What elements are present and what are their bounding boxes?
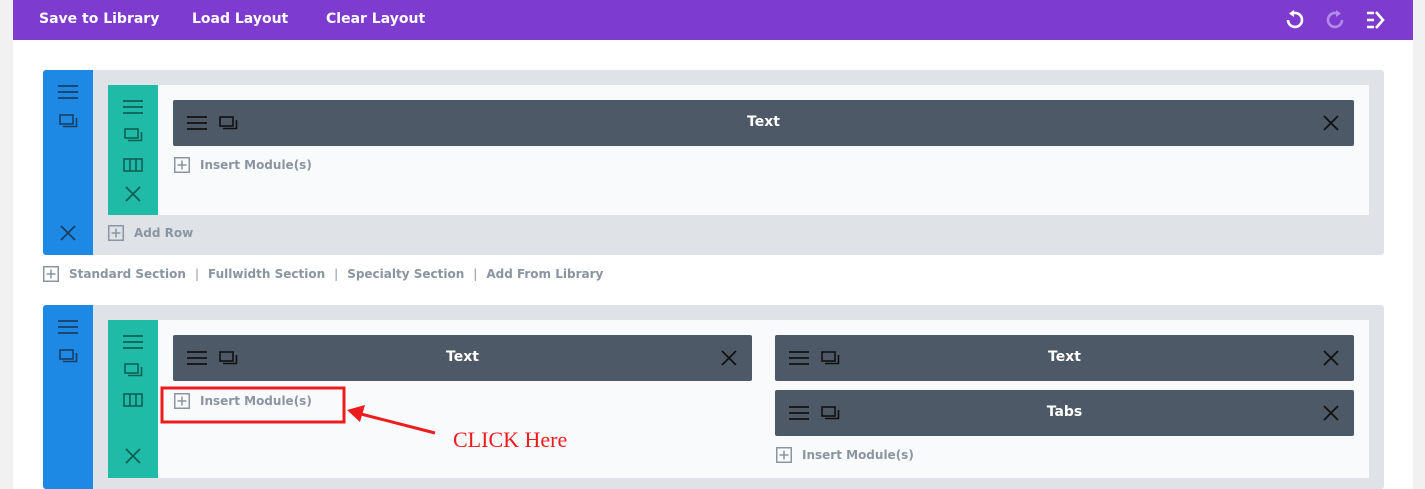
insert-modules-label: Insert Module(s) xyxy=(200,394,312,408)
standard-section-link[interactable]: Standard Section xyxy=(69,267,186,281)
insert-modules-label: Insert Module(s) xyxy=(802,448,914,462)
menu-icon[interactable] xyxy=(789,350,809,366)
module-title: Text xyxy=(1048,349,1081,365)
menu-icon[interactable] xyxy=(187,350,207,366)
duplicate-icon[interactable] xyxy=(821,406,840,420)
duplicate-icon[interactable] xyxy=(59,114,78,128)
module-text[interactable]: Text xyxy=(775,335,1354,381)
close-icon[interactable] xyxy=(1323,350,1339,366)
add-row-label: Add Row xyxy=(134,226,194,240)
specialty-section-link[interactable]: Specialty Section xyxy=(347,267,464,281)
close-icon[interactable] xyxy=(1323,115,1339,131)
duplicate-icon[interactable] xyxy=(124,128,143,142)
duplicate-icon[interactable] xyxy=(219,351,238,365)
columns-icon[interactable] xyxy=(123,393,143,407)
row-1: Text Insert Module(s) xyxy=(108,85,1369,215)
load-layout-button[interactable]: Load Layout xyxy=(192,11,288,27)
menu-icon[interactable] xyxy=(123,99,143,115)
menu-icon[interactable] xyxy=(58,84,78,100)
separator: | xyxy=(473,267,478,281)
menu-icon[interactable] xyxy=(123,334,143,350)
insert-modules-label: Insert Module(s) xyxy=(200,158,312,172)
menu-icon[interactable] xyxy=(789,405,809,421)
plus-box-icon xyxy=(776,447,792,463)
module-text[interactable]: Text xyxy=(173,335,752,381)
section-1: Text Insert Module(s) Add Row xyxy=(43,70,1384,255)
row-2: Text Insert Module(s) Text Tabs Insert M… xyxy=(108,320,1369,478)
undo-icon[interactable] xyxy=(1285,10,1305,30)
separator: | xyxy=(334,267,339,281)
duplicate-icon[interactable] xyxy=(821,351,840,365)
section-handle[interactable] xyxy=(43,305,93,489)
close-icon[interactable] xyxy=(1323,405,1339,421)
plus-box-icon[interactable] xyxy=(43,266,59,282)
duplicate-icon[interactable] xyxy=(219,116,238,130)
plus-box-icon xyxy=(174,393,190,409)
columns-icon[interactable] xyxy=(123,158,143,172)
menu-icon[interactable] xyxy=(58,319,78,335)
add-from-library-link[interactable]: Add From Library xyxy=(486,267,603,281)
separator: | xyxy=(194,267,199,281)
save-to-library-button[interactable]: Save to Library xyxy=(39,11,159,27)
builder-toolbar: Save to Library Load Layout Clear Layout xyxy=(13,0,1413,40)
builder-canvas: Save to Library Load Layout Clear Layout xyxy=(13,0,1413,489)
section-handle[interactable] xyxy=(43,70,93,255)
row-handle[interactable] xyxy=(108,85,158,215)
annotation-click-here: CLICK Here xyxy=(453,427,568,452)
duplicate-icon[interactable] xyxy=(124,363,143,377)
close-icon[interactable] xyxy=(721,350,737,366)
close-icon[interactable] xyxy=(125,448,141,464)
close-icon[interactable] xyxy=(60,225,76,241)
fullwidth-section-link[interactable]: Fullwidth Section xyxy=(208,267,325,281)
plus-box-icon xyxy=(108,225,124,241)
menu-icon[interactable] xyxy=(187,115,207,131)
module-title: Text xyxy=(446,349,479,365)
module-tabs[interactable]: Tabs xyxy=(775,390,1354,436)
clear-layout-button[interactable]: Clear Layout xyxy=(326,11,425,27)
row-handle[interactable] xyxy=(108,320,158,478)
redo-icon[interactable] xyxy=(1325,10,1345,30)
plus-box-icon xyxy=(174,157,190,173)
section-2: Text Insert Module(s) Text Tabs Insert M… xyxy=(43,305,1384,489)
module-title: Tabs xyxy=(1046,404,1083,420)
portability-icon[interactable] xyxy=(1365,10,1385,30)
module-title: Text xyxy=(747,114,780,130)
close-icon[interactable] xyxy=(125,186,141,202)
duplicate-icon[interactable] xyxy=(59,349,78,363)
module-text[interactable]: Text xyxy=(173,100,1354,146)
